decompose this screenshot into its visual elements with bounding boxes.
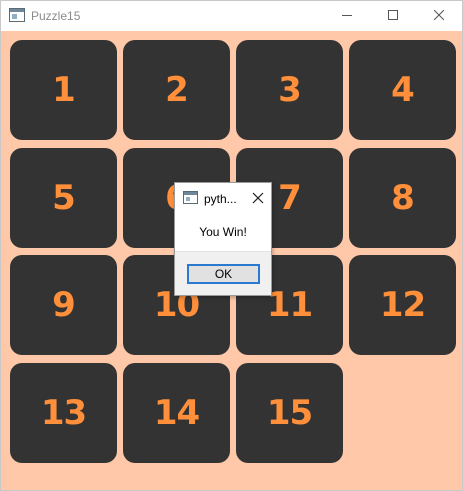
close-button[interactable] xyxy=(416,1,462,31)
tile-8[interactable]: 8 xyxy=(349,148,456,248)
close-icon xyxy=(434,10,444,20)
title-bar[interactable]: Puzzle15 xyxy=(1,1,462,31)
tile-15[interactable]: 15 xyxy=(236,363,343,463)
maximize-button[interactable] xyxy=(370,1,416,31)
maximize-icon xyxy=(388,10,398,20)
tile-2[interactable]: 2 xyxy=(123,40,230,140)
window-title: Puzzle15 xyxy=(31,9,81,23)
minimize-icon xyxy=(342,15,352,16)
ok-button[interactable]: OK xyxy=(187,264,260,284)
tile-14[interactable]: 14 xyxy=(123,363,230,463)
close-icon xyxy=(252,192,264,204)
dialog-app-icon xyxy=(183,191,198,204)
tile-1[interactable]: 1 xyxy=(10,40,117,140)
tile-4[interactable]: 4 xyxy=(349,40,456,140)
dialog-close-button[interactable] xyxy=(249,189,267,207)
tile-12[interactable]: 12 xyxy=(349,255,456,355)
puzzle15-window: Puzzle15 1 2 3 4 5 6 7 8 9 10 11 1 xyxy=(0,0,463,491)
tile-13[interactable]: 13 xyxy=(10,363,117,463)
tile-9[interactable]: 9 xyxy=(10,255,117,355)
dialog-title: pyth... xyxy=(204,192,237,206)
win-dialog: pyth... You Win! OK xyxy=(174,182,272,296)
dialog-button-area: OK xyxy=(175,251,271,295)
app-window-icon xyxy=(9,8,25,22)
minimize-button[interactable] xyxy=(324,1,370,31)
dialog-title-bar[interactable]: pyth... xyxy=(175,183,271,213)
dialog-message: You Win! xyxy=(199,225,247,239)
tile-3[interactable]: 3 xyxy=(236,40,343,140)
tile-5[interactable]: 5 xyxy=(10,148,117,248)
